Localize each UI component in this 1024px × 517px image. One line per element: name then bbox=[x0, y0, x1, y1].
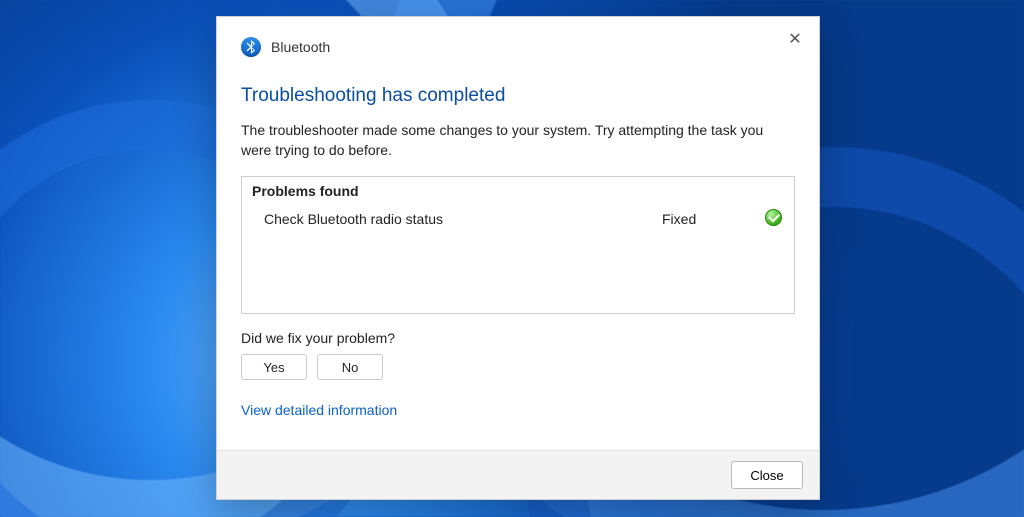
dialog-title-row: Bluetooth bbox=[241, 37, 795, 57]
feedback-question: Did we fix your problem? bbox=[241, 330, 795, 346]
problem-name: Check Bluetooth radio status bbox=[264, 211, 662, 227]
close-button[interactable]: Close bbox=[731, 461, 803, 489]
problems-panel: Problems found Check Bluetooth radio sta… bbox=[241, 176, 795, 314]
dialog-footer: Close bbox=[217, 450, 819, 499]
troubleshooter-dialog: ✕ Bluetooth Troubleshooting has complete… bbox=[216, 16, 820, 500]
bluetooth-icon bbox=[241, 37, 261, 57]
dialog-title: Bluetooth bbox=[271, 39, 330, 55]
feedback-section: Did we fix your problem? Yes No bbox=[241, 330, 795, 380]
checkmark-icon bbox=[765, 209, 782, 226]
close-icon[interactable]: ✕ bbox=[781, 25, 809, 53]
problem-row: Check Bluetooth radio status Fixed bbox=[242, 203, 794, 235]
feedback-buttons: Yes No bbox=[241, 354, 795, 380]
problem-status: Fixed bbox=[662, 211, 752, 227]
yes-button[interactable]: Yes bbox=[241, 354, 307, 380]
page-description: The troubleshooter made some changes to … bbox=[241, 121, 795, 160]
no-button[interactable]: No bbox=[317, 354, 383, 380]
dialog-body: Troubleshooting has completed The troubl… bbox=[217, 65, 819, 450]
view-details-link[interactable]: View detailed information bbox=[241, 402, 795, 418]
dialog-header: ✕ Bluetooth bbox=[217, 17, 819, 65]
problem-state-icon bbox=[752, 209, 782, 229]
problems-heading: Problems found bbox=[242, 177, 794, 203]
page-heading: Troubleshooting has completed bbox=[241, 85, 795, 107]
